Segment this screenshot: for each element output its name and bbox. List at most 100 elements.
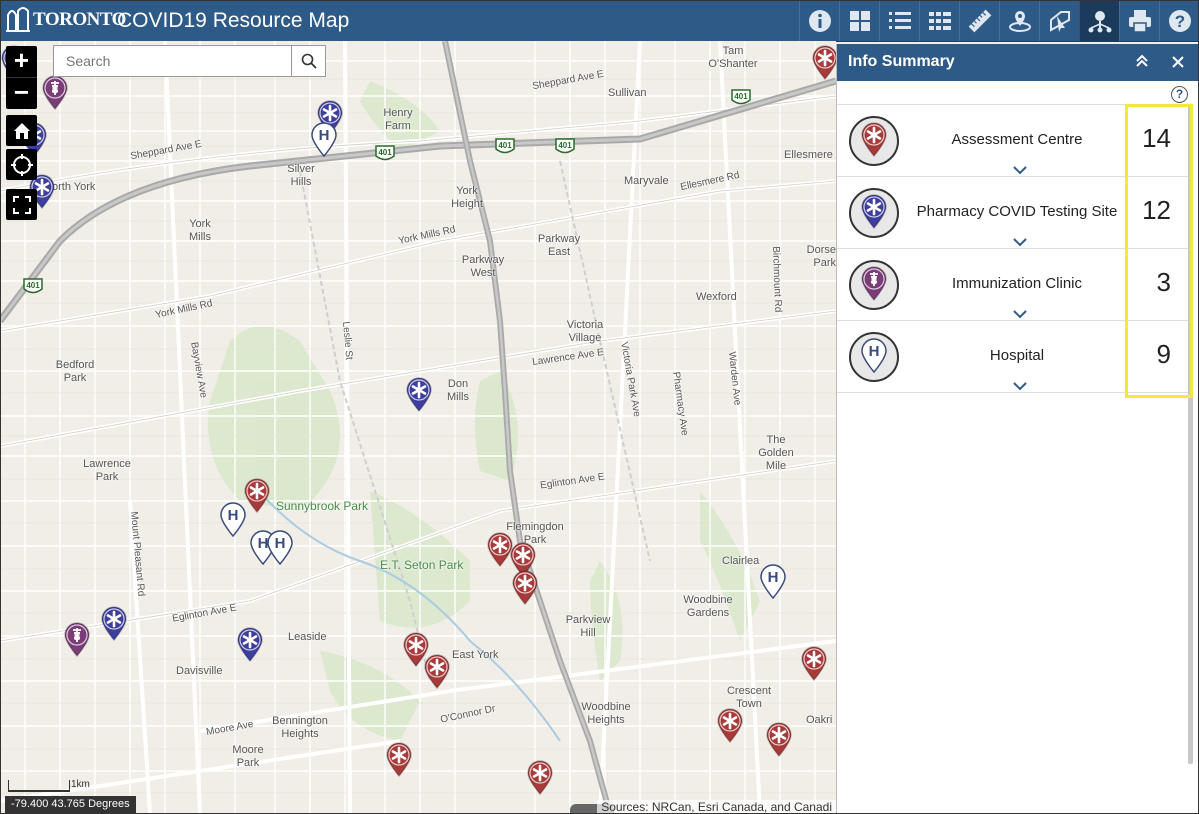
label-clairlea: Clairlea — [722, 555, 760, 567]
svg-text:H: H — [228, 507, 239, 524]
logo-wordmark: TORONTO — [33, 9, 126, 30]
label-leaside: Leaside — [288, 631, 327, 643]
hospital-marker[interactable]: H — [759, 563, 787, 600]
label-lawrence-park: Lawrence Park — [83, 458, 131, 483]
assessment-centre-icon — [849, 116, 899, 166]
label-dorset-park: Dorse Park — [806, 244, 836, 269]
summary-row-label: Pharmacy COVID Testing Site — [916, 203, 1118, 220]
panel-header: Info Summary — [837, 44, 1199, 81]
zoom-out-button[interactable]: − — [6, 77, 37, 109]
hwy-401-shield-3: 401 — [558, 141, 572, 150]
info-icon[interactable] — [799, 0, 839, 41]
label-tam-oshanter: Tam O'Shanter — [708, 45, 758, 70]
toolbar: ? — [799, 0, 1199, 41]
summary-row-label: Hospital — [989, 347, 1045, 364]
label-silver-hills: Silver Hills — [287, 163, 315, 188]
label-bennington-heights: Bennington Heights — [272, 715, 328, 740]
layer-list-icon[interactable] — [919, 0, 959, 41]
assessment-centre-marker[interactable] — [385, 741, 413, 778]
assessment-centre-marker[interactable] — [423, 653, 451, 690]
label-davisville: Davisville — [176, 665, 223, 677]
search-icon — [301, 53, 317, 69]
svg-text:H: H — [275, 535, 286, 552]
label-moore-park: Moore Park — [232, 744, 264, 769]
panel-help-button[interactable]: ? — [1171, 86, 1188, 103]
assessment-centre-marker[interactable] — [765, 721, 793, 758]
help-icon[interactable]: ? — [1159, 0, 1199, 41]
basemap-gallery-icon[interactable] — [839, 0, 879, 41]
label-henry-farm: Henry Farm — [383, 107, 413, 132]
label-ellesmere: Ellesmere — [784, 149, 833, 161]
label-don-mills: Don Mills — [447, 378, 469, 403]
assessment-centre-marker[interactable] — [811, 44, 836, 81]
pharmacy-testing-icon — [849, 188, 899, 238]
hospital-marker[interactable]: H — [310, 121, 338, 158]
scale-bar: 1km — [8, 779, 90, 792]
pharmacy-testing-marker[interactable] — [236, 626, 264, 663]
label-sullivan: Sullivan — [608, 87, 647, 99]
close-button[interactable] — [1166, 50, 1190, 74]
label-north-york: orth York — [52, 181, 96, 193]
hwy-401-shield-1: 401 — [378, 148, 392, 157]
collapse-button[interactable] — [1130, 50, 1154, 74]
label-et-seton-park: E.T. Seton Park — [380, 558, 464, 572]
count-highlight-box — [1125, 104, 1193, 398]
hospital-marker[interactable]: H — [219, 501, 247, 538]
panel-title: Info Summary — [848, 53, 955, 70]
svg-text:H: H — [319, 127, 330, 144]
scale-label: 1km — [71, 779, 90, 790]
label-birchmount-rd: Birchmount Rd — [770, 246, 784, 313]
fullscreen-button[interactable] — [6, 189, 37, 220]
assessment-centre-marker[interactable] — [800, 645, 828, 682]
pharmacy-testing-marker[interactable] — [405, 376, 433, 413]
crosshair-icon — [10, 153, 33, 176]
fullscreen-icon — [12, 195, 31, 214]
assessment-centre-marker[interactable] — [511, 569, 539, 606]
measure-icon[interactable] — [959, 0, 999, 41]
svg-text:H: H — [768, 569, 779, 586]
legend-icon[interactable] — [879, 0, 919, 41]
label-wexford: Wexford — [696, 291, 737, 303]
immunization-clinic-marker[interactable] — [63, 621, 91, 658]
zoom-control: + − — [6, 46, 37, 109]
label-parkview-hill: Parkview Hill — [565, 614, 611, 639]
double-chevron-up-icon — [1136, 54, 1148, 67]
hwy-401-shield-2: 401 — [498, 141, 512, 150]
search-input[interactable] — [54, 46, 292, 76]
hwy-401-shield-5: 401 — [26, 281, 40, 290]
print-icon[interactable] — [1119, 0, 1159, 41]
search-button[interactable] — [291, 46, 325, 76]
svg-text:H: H — [869, 343, 880, 360]
assessment-centre-marker[interactable] — [243, 477, 271, 514]
pharmacy-testing-marker[interactable] — [100, 605, 128, 642]
locate-me-button[interactable] — [6, 149, 37, 180]
app-header: TORONTO COVID19 Resource Map ? — [0, 0, 1199, 42]
info-summary-icon[interactable] — [1079, 0, 1119, 41]
draw-icon[interactable] — [1039, 0, 1079, 41]
chevron-down-icon — [999, 236, 1041, 248]
expand-row-button[interactable] — [999, 235, 1041, 248]
map-view[interactable]: 401 401 401 401 401 Tam O'Shanter Sulliv… — [0, 41, 836, 814]
search-box — [53, 45, 326, 77]
label-east-york: East York — [452, 649, 499, 661]
locate-icon[interactable] — [999, 0, 1039, 41]
home-button[interactable] — [6, 115, 37, 146]
map-attribution: Sources: NRCan, Esri Canada, and Canadi — [597, 800, 836, 814]
immunization-clinic-marker[interactable] — [41, 74, 69, 111]
label-parkway-east: Parkway East — [537, 233, 581, 258]
expand-row-button[interactable] — [999, 163, 1041, 176]
home-icon — [13, 122, 30, 139]
label-woodbine-heights: Woodbine Heights — [581, 701, 631, 726]
expand-row-button[interactable] — [999, 307, 1041, 320]
basemap: 401 401 401 401 401 — [0, 41, 836, 814]
assessment-centre-marker[interactable] — [526, 759, 554, 796]
assessment-centre-marker[interactable] — [716, 707, 744, 744]
label-bedford-park: Bedford Park — [55, 359, 95, 384]
label-sunnybrook-park: Sunnybrook Park — [276, 499, 369, 513]
city-hall-icon — [6, 7, 30, 32]
summary-row-label: Immunization Clinic — [951, 275, 1083, 292]
zoom-in-button[interactable]: + — [6, 46, 37, 77]
expand-row-button[interactable] — [999, 379, 1041, 392]
chevron-down-icon — [999, 308, 1041, 320]
hospital-marker[interactable]: H — [266, 529, 294, 566]
